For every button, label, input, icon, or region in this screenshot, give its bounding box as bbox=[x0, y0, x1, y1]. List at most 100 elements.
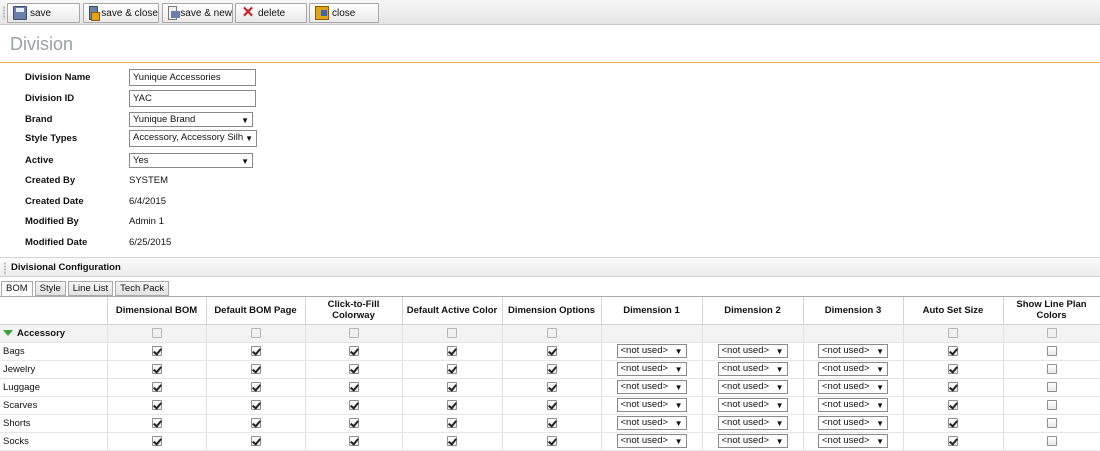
row-checkbox[interactable] bbox=[151, 363, 162, 374]
dimension-3-select[interactable]: <not used> ▼ bbox=[818, 416, 888, 430]
row-checkbox[interactable] bbox=[546, 399, 557, 410]
checkbox-cell bbox=[903, 360, 1004, 379]
checkbox-cell bbox=[903, 396, 1004, 415]
dimension-3-select[interactable]: <not used> ▼ bbox=[818, 380, 888, 394]
group-name-cell[interactable]: Accessory bbox=[0, 324, 108, 343]
checkbox-cell bbox=[1003, 378, 1100, 397]
dimension-2-select[interactable]: <not used> ▼ bbox=[717, 380, 788, 394]
dimension-select-value: <not used> bbox=[822, 435, 870, 446]
close-button[interactable]: close bbox=[309, 3, 379, 23]
dimension-1-select[interactable]: <not used> ▼ bbox=[616, 362, 687, 376]
tab-style[interactable]: Style bbox=[34, 281, 66, 296]
checkbox-cell bbox=[206, 342, 306, 361]
row-checkbox[interactable] bbox=[447, 417, 457, 428]
row-checkbox[interactable] bbox=[948, 399, 958, 410]
created-date-label: Created Date bbox=[25, 195, 84, 207]
dimension-1-select[interactable]: <not used> ▼ bbox=[616, 398, 687, 412]
row-checkbox[interactable] bbox=[948, 381, 958, 392]
row-checkbox[interactable] bbox=[250, 363, 261, 374]
group-name: Accessory bbox=[17, 327, 66, 339]
row-checkbox[interactable] bbox=[447, 363, 457, 374]
style-types-label: Style Types bbox=[25, 132, 78, 144]
checkbox-cell bbox=[1003, 396, 1100, 415]
row-checkbox[interactable] bbox=[348, 399, 359, 410]
row-checkbox[interactable] bbox=[348, 417, 359, 428]
save-button[interactable]: save bbox=[7, 3, 80, 23]
page-title: Division bbox=[10, 34, 74, 54]
row-checkbox[interactable] bbox=[348, 363, 359, 374]
row-checkbox[interactable] bbox=[546, 345, 557, 356]
row-checkbox[interactable] bbox=[250, 417, 261, 428]
division-name-input[interactable] bbox=[129, 68, 256, 86]
row-checkbox[interactable] bbox=[250, 381, 261, 392]
row-checkbox[interactable] bbox=[151, 381, 162, 392]
dimension-cell: <not used> ▼ bbox=[803, 432, 904, 451]
row-checkbox[interactable] bbox=[948, 435, 958, 446]
row-checkbox[interactable] bbox=[447, 381, 457, 392]
checkbox-cell bbox=[502, 396, 602, 415]
dimension-1-select[interactable]: <not used> ▼ bbox=[616, 344, 687, 358]
row-checkbox[interactable] bbox=[948, 363, 958, 374]
dimension-cell: <not used> ▼ bbox=[601, 396, 703, 415]
dimension-2-select[interactable]: <not used> ▼ bbox=[717, 434, 788, 448]
row-checkbox[interactable] bbox=[151, 345, 162, 356]
dimension-2-select[interactable]: <not used> ▼ bbox=[717, 416, 788, 430]
delete-button[interactable]: ✕ delete bbox=[235, 3, 307, 23]
column-header: Dimensional BOM bbox=[107, 297, 207, 325]
dimension-2-select[interactable]: <not used> ▼ bbox=[717, 362, 788, 376]
chevron-down-icon: ▼ bbox=[674, 419, 683, 428]
row-checkbox[interactable] bbox=[151, 399, 162, 410]
tab-line-list[interactable]: Line List bbox=[67, 281, 114, 296]
style-types-select[interactable]: Accessory, Accessory Silho ▼ bbox=[129, 129, 257, 147]
close-icon bbox=[315, 6, 329, 20]
save-new-icon bbox=[168, 6, 181, 20]
dimension-select-value: <not used> bbox=[620, 381, 669, 392]
row-checkbox[interactable] bbox=[1046, 363, 1057, 374]
column-header: Click-to-Fill Colorway bbox=[305, 297, 403, 325]
brand-select[interactable]: Yunique Brand ▼ bbox=[129, 111, 253, 127]
row-checkbox[interactable] bbox=[1046, 417, 1057, 428]
dimension-cell: <not used> ▼ bbox=[702, 342, 804, 361]
row-checkbox[interactable] bbox=[546, 363, 557, 374]
tab-tech-pack[interactable]: Tech Pack bbox=[115, 281, 169, 296]
dimension-2-select[interactable]: <not used> ▼ bbox=[717, 398, 788, 412]
row-checkbox[interactable] bbox=[1046, 399, 1057, 410]
row-checkbox[interactable] bbox=[1046, 381, 1057, 392]
row-checkbox[interactable] bbox=[546, 417, 557, 428]
row-checkbox[interactable] bbox=[1046, 345, 1057, 356]
checkbox-cell bbox=[305, 342, 403, 361]
row-checkbox[interactable] bbox=[348, 381, 359, 392]
tab-bom[interactable]: BOM bbox=[1, 281, 33, 297]
row-checkbox[interactable] bbox=[447, 345, 457, 356]
row-checkbox[interactable] bbox=[948, 345, 958, 356]
save-close-button[interactable]: save & close bbox=[83, 3, 159, 23]
row-checkbox[interactable] bbox=[1046, 435, 1057, 446]
row-checkbox[interactable] bbox=[250, 435, 261, 446]
dimension-3-select[interactable]: <not used> ▼ bbox=[818, 398, 888, 412]
dimension-1-select[interactable]: <not used> ▼ bbox=[616, 434, 687, 448]
row-checkbox[interactable] bbox=[546, 435, 557, 446]
dimension-1-select[interactable]: <not used> ▼ bbox=[616, 380, 687, 394]
row-checkbox[interactable] bbox=[348, 345, 359, 356]
dimension-3-select[interactable]: <not used> ▼ bbox=[818, 362, 888, 376]
active-select[interactable]: Yes ▼ bbox=[129, 152, 253, 168]
expand-triangle-icon[interactable] bbox=[3, 329, 13, 336]
dimension-cell: <not used> ▼ bbox=[601, 342, 703, 361]
row-checkbox[interactable] bbox=[250, 345, 261, 356]
row-checkbox[interactable] bbox=[250, 399, 261, 410]
row-checkbox[interactable] bbox=[348, 435, 359, 446]
dimension-3-select[interactable]: <not used> ▼ bbox=[818, 434, 888, 448]
row-checkbox[interactable] bbox=[151, 417, 162, 428]
dimension-2-select[interactable]: <not used> ▼ bbox=[717, 344, 788, 358]
division-id-input[interactable] bbox=[129, 89, 256, 107]
chevron-down-icon: ▼ bbox=[775, 347, 784, 356]
dimension-1-select[interactable]: <not used> ▼ bbox=[616, 416, 687, 430]
row-checkbox[interactable] bbox=[546, 381, 557, 392]
row-checkbox[interactable] bbox=[948, 417, 958, 428]
dimension-3-select[interactable]: <not used> ▼ bbox=[818, 344, 888, 358]
row-checkbox[interactable] bbox=[151, 435, 162, 446]
row-checkbox[interactable] bbox=[447, 399, 457, 410]
row-checkbox[interactable] bbox=[447, 435, 457, 446]
save-new-button[interactable]: save & new bbox=[162, 3, 233, 23]
dimension-cell: <not used> ▼ bbox=[601, 414, 703, 433]
